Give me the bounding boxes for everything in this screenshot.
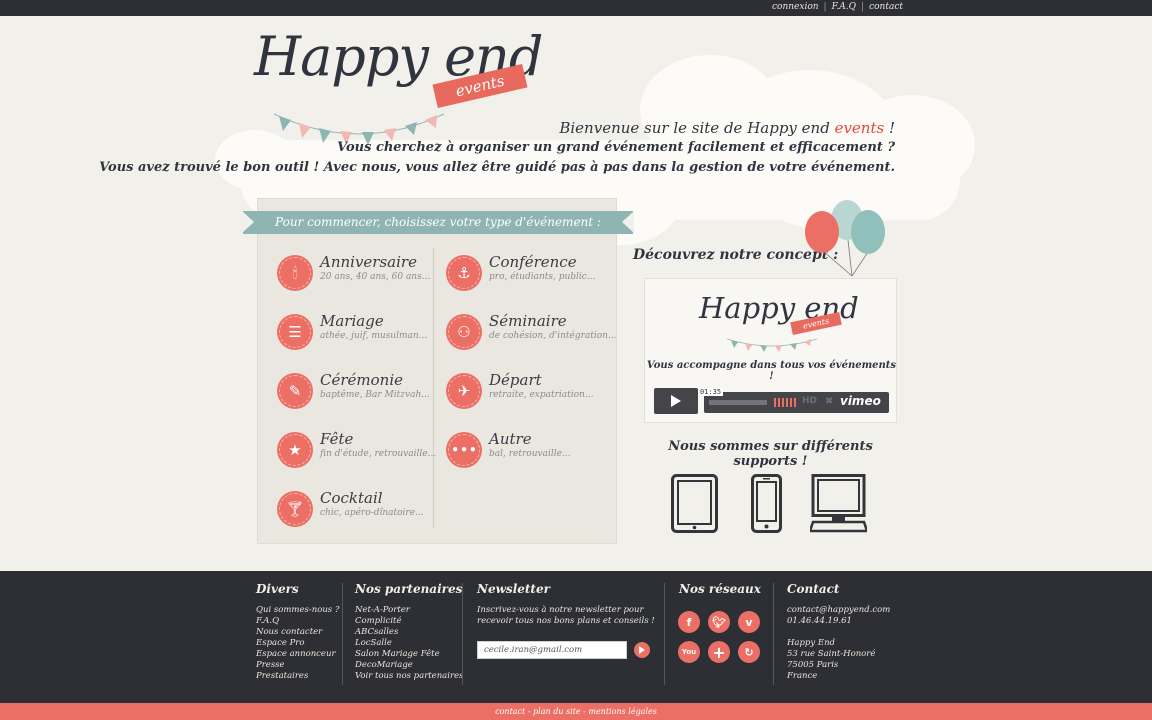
event-fete[interactable]: ★ Fête fin d'étude, retrouvaille... xyxy=(279,431,436,466)
candle-icon: 🕯︎ xyxy=(279,257,311,289)
microphone-icon: ⚓︎ xyxy=(448,257,480,289)
footer-divers: Divers Qui sommes-nous ? F.A.Q Nous cont… xyxy=(256,582,339,682)
footer-link[interactable]: Prestataires xyxy=(256,671,339,682)
twitter-icon[interactable]: 🐦︎ xyxy=(708,611,730,633)
contact-phone: 01.46.44.19.61 xyxy=(787,616,852,626)
plus-icon[interactable]: + xyxy=(708,641,730,663)
footer-divider xyxy=(664,583,665,685)
event-types-heading: Pour commencer, choisissez votre type d'… xyxy=(242,211,634,234)
newsletter-heading: Newsletter xyxy=(477,582,550,596)
contact-street: 53 rue Saint-Honoré xyxy=(787,649,876,659)
event-anniversaire[interactable]: 🕯︎ Anniversaire 20 ans, 40 ans, 60 ans... xyxy=(279,254,430,289)
welcome-line-3: Vous avez trouvé le bon outil ! Avec nou… xyxy=(99,160,895,175)
video-time: 01:35 xyxy=(698,388,724,396)
panel-divider xyxy=(433,248,434,528)
facebook-icon[interactable]: f xyxy=(678,611,700,633)
tablet-icon xyxy=(671,474,718,533)
footer-contact: Contact contact@happyend.com 01.46.44.19… xyxy=(787,582,890,682)
connexion-link[interactable]: connexion xyxy=(772,2,819,12)
video-tagline: Vous accompagne dans tous vos événements… xyxy=(646,360,897,382)
bottom-links[interactable]: contact - plan du site - mentions légale… xyxy=(0,703,1152,720)
footer-link[interactable]: Espace annonceur xyxy=(256,649,339,660)
social-heading: Nos réseaux xyxy=(679,582,761,596)
video-bunting-icon xyxy=(727,338,817,352)
partner-link[interactable]: LocSalle xyxy=(355,638,463,649)
cocktail-icon: 🍸︎ xyxy=(279,493,311,525)
event-ceremonie[interactable]: ✎ Cérémonie baptême, Bar Mitzvah... xyxy=(279,372,430,407)
newsletter-email-input[interactable] xyxy=(477,641,627,659)
footer-link[interactable]: F.A.Q xyxy=(256,616,339,627)
footer-link[interactable]: Presse xyxy=(256,660,339,671)
vimeo-logo[interactable]: vimeo xyxy=(840,394,881,408)
welcome-line-2: Vous cherchez à organiser un grand événe… xyxy=(337,140,895,155)
contact-email[interactable]: contact@happyend.com xyxy=(787,605,890,616)
footer-partners-heading: Nos partenaires xyxy=(355,582,463,596)
play-icon xyxy=(671,395,681,407)
phone-icon xyxy=(751,474,782,533)
video-progress-bar[interactable] xyxy=(709,400,767,405)
event-autre[interactable]: ••• Autre bal, retrouvaille... xyxy=(448,431,570,466)
event-seminaire[interactable]: ⚇ Séminaire de cohésion, d'intégration... xyxy=(448,313,617,348)
departure-icon: ✈ xyxy=(448,375,480,407)
newsletter-text: Inscrivez-vous à notre newsletter pour r… xyxy=(477,605,655,626)
contact-country: France xyxy=(787,671,818,681)
footer-partners: Nos partenaires Net-A-Porter Complicité … xyxy=(355,582,463,682)
event-mariage[interactable]: ☰ Mariage athée, juif, musulman... xyxy=(279,313,427,348)
event-depart[interactable]: ✈ Départ retraite, expatriation... xyxy=(448,372,593,407)
volume-control[interactable] xyxy=(774,398,798,407)
event-conference[interactable]: ⚓︎ Conférence pro, étudiants, public... xyxy=(448,254,595,289)
party-icon: ★ xyxy=(279,434,311,466)
balloons-icon xyxy=(805,200,885,277)
partner-link[interactable]: Salon Mariage Fête xyxy=(355,649,463,660)
welcome-line-1: Bienvenue sur le site de Happy end event… xyxy=(559,119,895,137)
wedding-cake-icon: ☰ xyxy=(279,316,311,348)
footer-divers-heading: Divers xyxy=(256,582,299,596)
fullscreen-icon[interactable]: ✖ xyxy=(825,396,833,407)
footer-link[interactable]: Qui sommes-nous ? xyxy=(256,605,339,616)
partner-link[interactable]: DecoMariage xyxy=(355,660,463,671)
vimeo-icon[interactable]: v xyxy=(738,611,760,633)
contact-link[interactable]: contact xyxy=(869,2,903,12)
contact-company: Happy End xyxy=(787,638,835,648)
desktop-icon xyxy=(810,474,867,533)
event-cocktail[interactable]: 🍸︎ Cocktail chic, apéro-dînatoire... xyxy=(279,490,424,525)
all-partners-link[interactable]: Voir tous nos partenaires xyxy=(355,671,463,682)
play-button[interactable] xyxy=(654,388,698,414)
partner-link[interactable]: Complicité xyxy=(355,616,463,627)
partner-link[interactable]: ABCsalles xyxy=(355,627,463,638)
newsletter-submit-button[interactable] xyxy=(634,642,650,658)
group-icon: ⚇ xyxy=(448,316,480,348)
site-logo[interactable]: Happy end events xyxy=(254,27,543,145)
welcome-message: Bienvenue sur le site de Happy end event… xyxy=(99,118,895,178)
top-bar: connexion | F.A.Q | contact xyxy=(0,0,1152,16)
youtube-icon[interactable]: You xyxy=(678,641,700,663)
pencil-icon: ✎ xyxy=(279,375,311,407)
footer-link[interactable]: Espace Pro xyxy=(256,638,339,649)
video-control-bar: HD ✖ vimeo xyxy=(704,392,889,413)
footer-divider xyxy=(462,583,463,685)
supports-heading: Nous sommes sur différents supports ! xyxy=(668,439,873,469)
partner-link[interactable]: Net-A-Porter xyxy=(355,605,463,616)
contact-city: 75005 Paris xyxy=(787,660,839,670)
footer-newsletter: Newsletter Inscrivez-vous à notre newsle… xyxy=(477,582,655,627)
more-icon: ••• xyxy=(448,434,480,466)
footer-divider xyxy=(342,583,343,685)
arrow-right-icon xyxy=(639,646,645,654)
share-icon[interactable]: ↻ xyxy=(738,641,760,663)
faq-link[interactable]: F.A.Q xyxy=(832,2,856,12)
hd-toggle[interactable]: HD xyxy=(802,396,817,406)
video-player[interactable]: Happy end events Vous accompagne dans to… xyxy=(644,278,897,423)
footer-link[interactable]: Nous contacter xyxy=(256,627,339,638)
footer-divider xyxy=(773,583,774,685)
footer-social: Nos réseaux xyxy=(679,582,761,605)
top-links: connexion | F.A.Q | contact xyxy=(772,2,903,12)
contact-heading: Contact xyxy=(787,582,840,596)
